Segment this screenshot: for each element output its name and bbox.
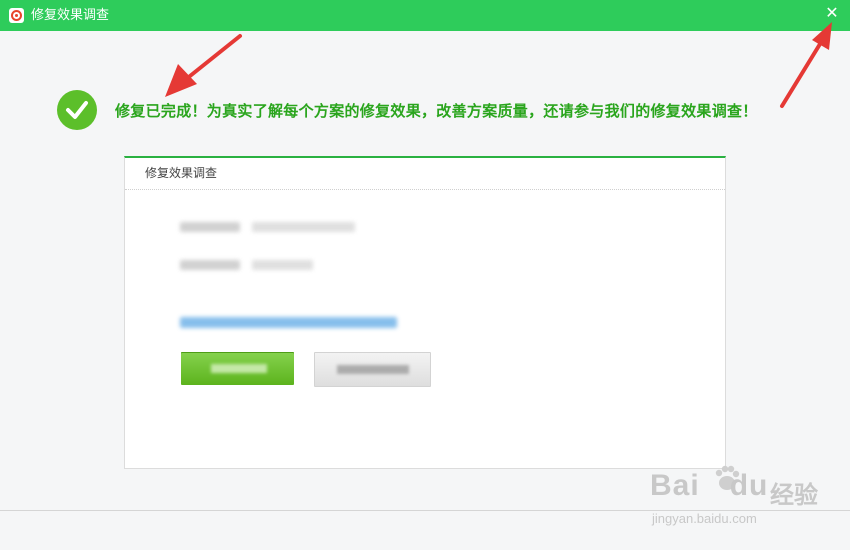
survey-link[interactable] [180, 317, 397, 328]
survey-row-label-1 [180, 222, 240, 232]
watermark-cn-text: 经验 [770, 482, 818, 509]
close-button[interactable]: ✕ [823, 4, 841, 22]
survey-panel: 修复效果调查 [124, 156, 726, 469]
survey-primary-button[interactable] [181, 352, 294, 385]
survey-secondary-button[interactable] [314, 352, 431, 387]
check-circle-icon [57, 90, 97, 130]
app-logo-icon [9, 8, 24, 23]
annotation-arrow-banner [165, 34, 242, 97]
watermark-brand: Bai du [650, 469, 769, 502]
watermark-url: jingyan.baidu.com [652, 511, 757, 526]
annotation-arrow-close [780, 22, 832, 108]
survey-row-value-1 [252, 222, 355, 232]
completion-message: 修复已完成！为真实了解每个方案的修复效果，改善方案质量，还请参与我们的修复效果调… [115, 102, 758, 120]
survey-row-value-2 [252, 260, 313, 270]
title-bar: 修复效果调查 ✕ [0, 0, 850, 31]
survey-row-label-2 [180, 260, 240, 270]
window-title: 修复效果调查 [31, 8, 110, 23]
watermark: Bai du 经验 jingyan.baidu.com [650, 463, 850, 533]
survey-panel-title: 修复效果调查 [125, 158, 725, 190]
